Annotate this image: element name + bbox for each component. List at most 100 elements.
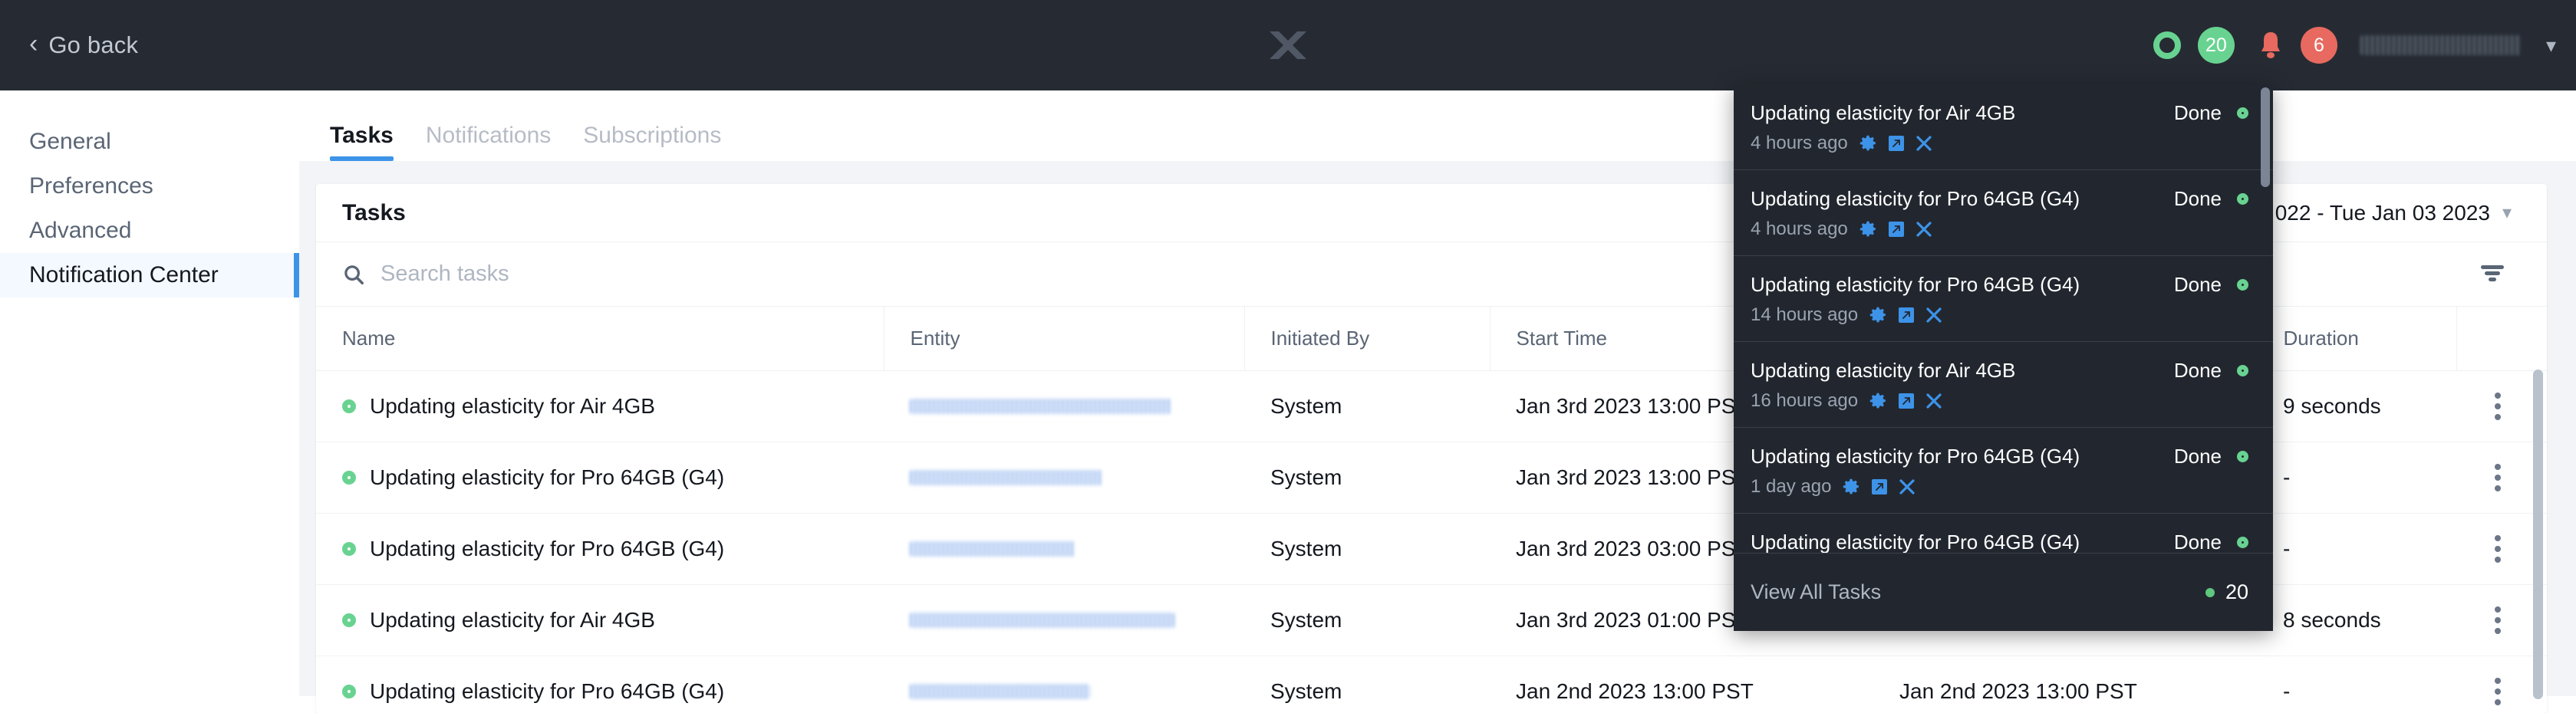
notification-status: Done [2174, 101, 2222, 125]
sidebar-item-advanced[interactable]: Advanced [0, 209, 299, 253]
table-vertical-scrollbar[interactable] [2533, 370, 2543, 699]
search-input[interactable] [380, 261, 841, 287]
go-back-button[interactable]: ‹ Go back [29, 31, 138, 59]
task-name: Updating elasticity for Air 4GB [370, 608, 655, 632]
entity-redacted [910, 541, 1075, 557]
task-name: Updating elasticity for Pro 64GB (G4) [370, 465, 724, 490]
cell-entity [884, 514, 1244, 585]
search-icon [342, 263, 365, 286]
cell-initiated-by: System [1244, 442, 1490, 514]
kebab-menu-icon[interactable] [2482, 464, 2513, 491]
close-icon[interactable] [1925, 307, 1942, 324]
notification-item[interactable]: Updating elasticity for Air 4GB Done 4 h… [1734, 84, 2273, 170]
gear-icon[interactable] [1859, 134, 1877, 153]
entity-redacted [910, 470, 1102, 485]
status-ring-icon [2237, 451, 2248, 462]
expand-box-icon[interactable] [1888, 221, 1905, 238]
notification-item[interactable]: Updating elasticity for Pro 64GB (G4) Do… [1734, 256, 2273, 342]
task-name: Updating elasticity for Air 4GB [370, 394, 655, 419]
task-name: Updating elasticity for Pro 64GB (G4) [370, 679, 724, 704]
column-header-initiated-by[interactable]: Initiated By [1244, 307, 1490, 371]
tasks-badge[interactable]: 20 [2198, 27, 2235, 64]
expand-box-icon[interactable] [1898, 307, 1915, 324]
cell-entity [884, 656, 1244, 713]
notifications-dropdown: Updating elasticity for Air 4GB Done 4 h… [1734, 84, 2273, 631]
cell-name: Updating elasticity for Pro 64GB (G4) [316, 514, 884, 585]
task-name: Updating elasticity for Pro 64GB (G4) [370, 537, 724, 561]
sidebar-item-notification-center[interactable]: Notification Center [0, 253, 299, 297]
notification-title: Updating elasticity for Pro 64GB (G4) [1751, 273, 2080, 297]
date-range-picker[interactable]: 022 - Tue Jan 03 2023 ▾ [2275, 201, 2512, 225]
notification-title: Updating elasticity for Pro 64GB (G4) [1751, 187, 2080, 211]
gear-icon[interactable] [1842, 478, 1860, 496]
kebab-menu-icon[interactable] [2482, 393, 2513, 420]
notification-time: 4 hours ago [1751, 219, 1848, 240]
column-header-name[interactable]: Name [316, 307, 884, 371]
cell-name: Updating elasticity for Air 4GB [316, 585, 884, 656]
kebab-menu-icon[interactable] [2482, 606, 2513, 634]
close-icon[interactable] [1916, 135, 1932, 152]
tab-notifications[interactable]: Notifications [426, 124, 551, 161]
cell-initiated-by: System [1244, 585, 1490, 656]
cell-initiated-by: System [1244, 514, 1490, 585]
sidebar-item-label: Advanced [29, 218, 131, 244]
notification-item[interactable]: Updating elasticity for Pro 64GB (G4) Do… [1734, 428, 2273, 514]
cell-end-time: Jan 2nd 2023 13:00 PST [1873, 656, 2257, 713]
column-header-entity[interactable]: Entity [884, 307, 1244, 371]
status-ring-icon [342, 399, 356, 413]
expand-box-icon[interactable] [1888, 135, 1905, 152]
expand-box-icon[interactable] [1898, 393, 1915, 409]
chevron-down-icon: ▾ [2502, 202, 2512, 224]
filter-button[interactable] [2472, 255, 2513, 294]
status-ring-icon [342, 613, 356, 627]
notification-title: Updating elasticity for Pro 64GB (G4) [1751, 445, 2080, 468]
dropdown-scrollbar[interactable] [2261, 87, 2270, 187]
alerts-badge[interactable]: 6 [2301, 27, 2337, 64]
status-ring-icon [2237, 365, 2248, 376]
notification-item[interactable]: Updating elasticity for Pro 64GB (G4) Do… [1734, 170, 2273, 256]
close-icon[interactable] [1916, 221, 1932, 238]
tab-label: Notifications [426, 123, 551, 148]
kebab-menu-icon[interactable] [2482, 678, 2513, 705]
user-name-redacted[interactable] [2360, 35, 2522, 55]
gear-icon[interactable] [1869, 392, 1887, 410]
view-all-tasks-button[interactable]: View All Tasks 20 [1734, 553, 2273, 631]
cell-start-time: Jan 2nd 2023 13:00 PST [1490, 656, 1873, 713]
cell-entity [884, 585, 1244, 656]
entity-redacted [910, 684, 1090, 699]
chevron-down-icon[interactable]: ▾ [2546, 34, 2556, 58]
chevron-left-icon: ‹ [29, 31, 38, 57]
gear-icon[interactable] [1869, 306, 1887, 324]
status-ring-icon [2237, 107, 2248, 119]
status-dot-icon [2205, 588, 2215, 597]
expand-box-icon[interactable] [1871, 478, 1888, 495]
notification-title: Updating elasticity for Air 4GB [1751, 359, 2015, 383]
cell-name: Updating elasticity for Pro 64GB (G4) [316, 656, 884, 713]
tab-tasks[interactable]: Tasks [330, 124, 394, 161]
sidebar: General Preferences Advanced Notificatio… [0, 90, 299, 696]
column-header-duration[interactable]: Duration [2257, 307, 2456, 371]
status-ring-icon [342, 685, 356, 698]
close-icon[interactable] [1899, 478, 1916, 495]
gear-icon[interactable] [1859, 220, 1877, 238]
go-back-label: Go back [48, 31, 138, 59]
status-ring-icon [2237, 279, 2248, 291]
status-ring-icon[interactable] [2153, 31, 2181, 59]
bell-icon[interactable] [2258, 30, 2284, 61]
sidebar-item-general[interactable]: General [0, 120, 299, 164]
close-icon[interactable] [1925, 393, 1942, 409]
table-row[interactable]: Updating elasticity for Pro 64GB (G4) Sy… [316, 656, 2547, 713]
date-range-label: 022 - Tue Jan 03 2023 [2275, 201, 2490, 225]
notification-time: 16 hours ago [1751, 390, 1858, 412]
page-title: Tasks [342, 200, 406, 226]
entity-redacted [910, 399, 1171, 414]
notification-item[interactable]: Updating elasticity for Pro 64GB (G4) Do… [1734, 514, 2273, 553]
tab-subscriptions[interactable]: Subscriptions [583, 124, 721, 161]
kebab-menu-icon[interactable] [2482, 535, 2513, 563]
status-ring-icon [342, 471, 356, 485]
sidebar-item-preferences[interactable]: Preferences [0, 164, 299, 209]
sidebar-item-label: Preferences [29, 173, 153, 199]
notification-item[interactable]: Updating elasticity for Air 4GB Done 16 … [1734, 342, 2273, 428]
notification-status: Done [2174, 273, 2222, 297]
notification-status: Done [2174, 531, 2222, 553]
